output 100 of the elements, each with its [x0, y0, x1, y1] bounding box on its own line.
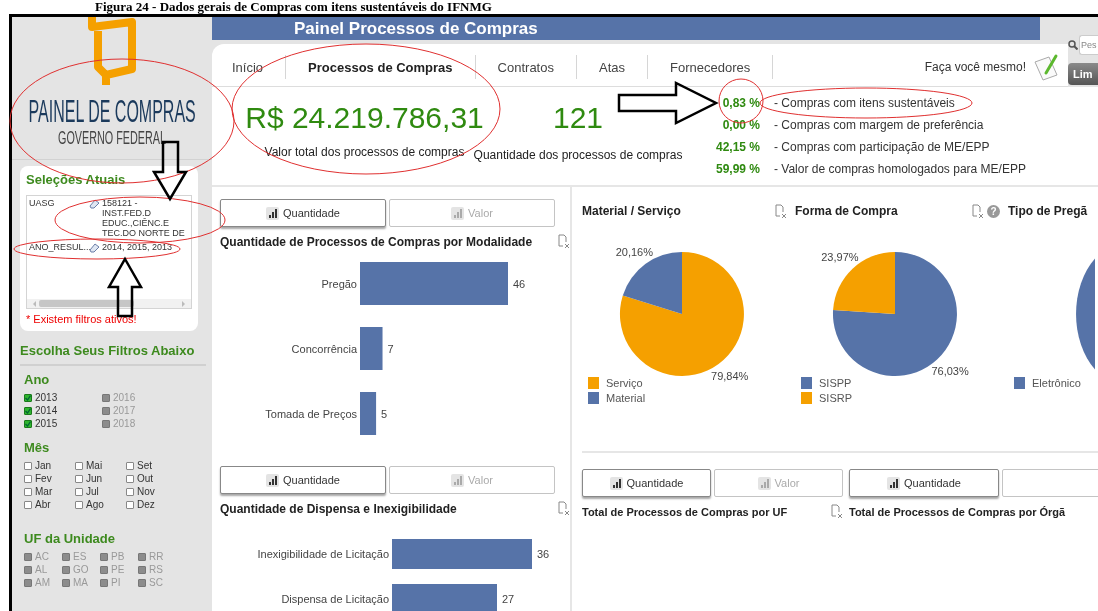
- field-value: 2014, 2015, 2013: [102, 242, 174, 252]
- checkbox-label: AC: [35, 551, 49, 562]
- tab[interactable]: Contratos: [475, 55, 577, 79]
- data-label: 36: [537, 548, 550, 560]
- field-name: UASG: [29, 198, 56, 208]
- checkbox[interactable]: [24, 406, 32, 415]
- checkbox-label: Set: [137, 460, 152, 471]
- category-label: Inexigibilidade de Licitação: [257, 548, 389, 560]
- checkbox-label: Dez: [137, 499, 155, 510]
- value-label: 23,97%: [821, 251, 859, 264]
- tab[interactable]: Processos de Compras: [286, 55, 476, 79]
- kpi-value: 121: [552, 101, 604, 135]
- checkbox[interactable]: [75, 461, 83, 470]
- bar-chart-icon: [266, 473, 280, 487]
- checkbox[interactable]: [75, 487, 83, 496]
- clear-selection-icon: [775, 203, 787, 219]
- clear-button[interactable]: Lim: [1068, 63, 1098, 85]
- eraser-icon[interactable]: [89, 242, 100, 253]
- section-title: Escolha Seus Filtros Abaixo: [20, 343, 195, 358]
- checkbox[interactable]: [126, 487, 134, 496]
- field-value: 158121 - INST.FED.D EDUC.,CIÊNC.E TEC.DO NORTE DE: [102, 198, 186, 238]
- warning-text: * Existem filtros ativos!: [26, 313, 138, 325]
- bar-chart-icon: [266, 206, 280, 220]
- chart-title: Total de Processos de Compras por UF: [582, 505, 788, 518]
- checkbox[interactable]: [24, 419, 32, 428]
- indicator-value: 0,00 %: [721, 117, 760, 134]
- checkbox-label: Fev: [35, 473, 52, 484]
- toggle-button[interactable]: Quantidade: [220, 466, 386, 494]
- value-label: 20,16%: [615, 245, 653, 258]
- checkbox[interactable]: [24, 474, 32, 483]
- checkbox-label: SC: [149, 577, 163, 588]
- chart-title: Quantidade de Processos de Compras por Modalidade: [220, 234, 533, 249]
- checkbox[interactable]: [24, 487, 32, 496]
- checkbox-label: Ago: [86, 499, 104, 510]
- legend-label: Material: [606, 391, 646, 404]
- bar-chart-icon: [451, 473, 465, 487]
- clear-selection-icon: [972, 203, 984, 219]
- checkbox-label: 2014: [35, 405, 58, 416]
- checkbox-label: 2018: [113, 418, 136, 429]
- bar: [360, 392, 377, 435]
- checkbox[interactable]: [24, 393, 32, 402]
- chart-title: Material / Serviço: [582, 204, 681, 218]
- checkbox-label: PB: [111, 551, 125, 562]
- data-label: 46: [513, 277, 526, 290]
- data-label: 5: [381, 407, 388, 420]
- chart-title: Tipo de Pregã: [1008, 204, 1088, 218]
- checkbox[interactable]: [75, 474, 83, 483]
- checkbox-label: 2017: [113, 405, 136, 416]
- bar-chart-icon: [757, 476, 771, 490]
- checkbox[interactable]: [75, 500, 83, 509]
- header-title: Painel Processos de Compras: [294, 18, 538, 39]
- legend-label: SISPP: [819, 376, 852, 389]
- checkbox-label: 2013: [35, 392, 58, 403]
- indicator-label: - Valor de compras homologados para ME/EPP: [774, 161, 1026, 178]
- checkbox-label: RR: [149, 551, 164, 562]
- toggle-button[interactable]: Quantidade: [220, 199, 386, 227]
- checkbox[interactable]: [126, 500, 134, 509]
- category-label: Tomada de Preços: [265, 407, 357, 420]
- checkbox-label: GO: [73, 564, 89, 575]
- bar-chart-icon: [451, 206, 465, 220]
- checkbox-label: ES: [73, 551, 87, 562]
- checkbox-label: Nov: [137, 486, 155, 497]
- search-field[interactable]: Pes: [1079, 35, 1098, 55]
- legend-label: Eletrônico: [1032, 376, 1081, 389]
- checkbox[interactable]: [24, 461, 32, 470]
- checkbox-label: Mai: [86, 460, 103, 471]
- indicator-value: 0,83 %: [721, 95, 760, 112]
- checkbox-label: Abr: [35, 499, 51, 510]
- chart-title: Total de Processos de Compras por Órgã: [849, 505, 1066, 518]
- legend-label: Serviço: [606, 376, 643, 389]
- checkbox[interactable]: [126, 474, 134, 483]
- toggle-button[interactable]: Quantidade: [582, 469, 711, 497]
- filter-title: Ano: [24, 372, 50, 387]
- indicator-label: - Compras com itens sustentáveis: [774, 95, 955, 112]
- checkbox-label: MA: [73, 577, 88, 588]
- notepad-icon: [1032, 53, 1060, 81]
- checkbox[interactable]: [24, 500, 32, 509]
- horizontal-scrollbar[interactable]: [27, 299, 191, 308]
- clear-selection-icon: [558, 234, 570, 249]
- toggle-button[interactable]: Quantidade: [849, 469, 999, 497]
- checkbox-label: 2015: [35, 418, 58, 429]
- tab[interactable]: Fornecedores: [648, 55, 774, 79]
- checkbox-label: RS: [149, 564, 163, 575]
- category-label: Concorrência: [291, 342, 357, 355]
- checkbox[interactable]: [126, 461, 134, 470]
- checkbox-label: Jul: [86, 486, 99, 497]
- diy-button[interactable]: Faça você mesmo!: [924, 53, 1060, 81]
- filter-title: Mês: [24, 440, 50, 455]
- kpi-value: R$ 24.219.786,31: [245, 101, 484, 135]
- data-label: 27: [502, 593, 515, 605]
- checkbox-label: PE: [111, 564, 125, 575]
- indicator-label: - Compras com margem de preferência: [774, 117, 984, 134]
- value-label: 76,03%: [931, 364, 969, 377]
- indicator-label: - Compras com participação de ME/EPP: [774, 139, 990, 156]
- eraser-icon[interactable]: [89, 198, 100, 209]
- checkbox-label: Out: [137, 473, 154, 484]
- checkbox-label: AM: [35, 577, 50, 588]
- tab[interactable]: Atas: [576, 55, 648, 79]
- data-label: 7: [387, 342, 394, 355]
- tab[interactable]: Início: [220, 55, 287, 79]
